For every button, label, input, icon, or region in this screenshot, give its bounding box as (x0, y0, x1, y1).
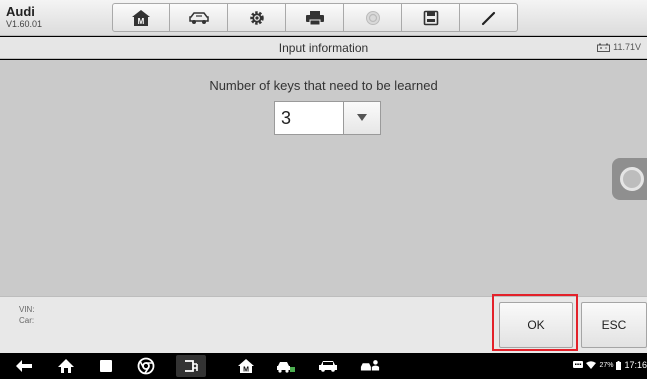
car-label: Car: (19, 316, 35, 325)
settings-button[interactable] (228, 3, 286, 32)
svg-text:M: M (243, 367, 249, 374)
main-content: Number of keys that need to be learned 3 (0, 60, 647, 296)
recent-apps-button[interactable] (96, 357, 116, 375)
car-battery-icon (597, 43, 611, 52)
software-version: V1.60.01 (6, 19, 43, 29)
input-prompt: Number of keys that need to be learned (209, 78, 438, 93)
help-icon (365, 10, 380, 25)
vin-label: VIN: (19, 305, 35, 314)
back-arrow-icon (16, 360, 32, 372)
car-person-icon (360, 360, 380, 371)
android-home-icon (58, 359, 74, 373)
key-count-value: 3 (274, 101, 343, 135)
home-icon: M (132, 9, 150, 26)
android-nav-bar: M 27% 17:16 (0, 353, 647, 379)
key-count-select[interactable]: 3 (274, 101, 381, 135)
vehicle-battery-indicator: 11.71V (597, 42, 641, 52)
service-button[interactable] (276, 357, 296, 375)
settings-gear-icon (249, 10, 264, 25)
vci-connector-icon (185, 360, 198, 372)
dropdown-toggle-button[interactable] (343, 101, 381, 135)
pen-icon (481, 11, 495, 25)
title-bar: Input information 11.71V (0, 37, 647, 59)
print-button[interactable] (286, 3, 344, 32)
android-status-area: 27% 17:16 (573, 360, 647, 370)
browser-icon (137, 357, 155, 375)
battery-voltage: 11.71V (613, 42, 641, 52)
back-button[interactable] (14, 357, 34, 375)
assist-ring-icon (620, 167, 644, 191)
battery-percent: 27% (599, 361, 614, 369)
car-service-icon (277, 362, 295, 373)
save-icon (423, 10, 438, 25)
vehicle-swap-icon (188, 11, 209, 24)
browser-button[interactable] (136, 357, 156, 375)
svg-text:M: M (138, 17, 145, 26)
clock: 17:16 (624, 360, 647, 370)
diagnostics-home-icon: M (238, 359, 254, 374)
vehicle-make: Audi (6, 4, 35, 19)
notification-icon (573, 361, 584, 368)
toolbar-buttons: M (112, 3, 518, 32)
printer-icon (305, 10, 324, 25)
save-button[interactable] (402, 3, 460, 32)
ok-highlight-box (492, 294, 578, 351)
edit-button[interactable] (460, 3, 518, 32)
vci-connection-button[interactable] (176, 355, 206, 377)
recent-apps-icon (100, 360, 112, 372)
home-button[interactable]: M (112, 3, 170, 32)
diagnostics-home-button[interactable]: M (236, 357, 256, 375)
vehicle-swap-button[interactable] (170, 3, 228, 32)
remote-expert-button[interactable] (360, 357, 380, 375)
help-button[interactable] (344, 3, 402, 32)
brand-block: Audi V1.60.01 (6, 4, 42, 30)
battery-icon (616, 360, 622, 370)
wifi-icon (586, 361, 597, 369)
home-nav-button[interactable] (56, 357, 76, 375)
dropdown-arrow-icon (357, 114, 367, 121)
top-toolbar: Audi V1.60.01 M (0, 0, 647, 36)
page-title: Input information (278, 41, 369, 55)
car-icon (319, 361, 337, 372)
esc-button[interactable]: ESC (581, 302, 647, 348)
vehicle-info: VIN: Car: (19, 304, 35, 326)
floating-assist-button[interactable] (612, 158, 647, 200)
vehicle-button[interactable] (318, 357, 338, 375)
